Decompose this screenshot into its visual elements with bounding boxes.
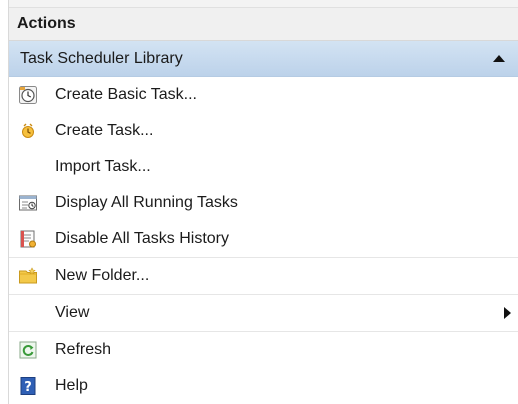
refresh-label: Refresh	[55, 341, 112, 358]
submenu-arrow-icon	[504, 307, 511, 319]
pane-top-edge	[9, 0, 518, 8]
help-label: Help	[55, 377, 88, 394]
create-task-icon	[18, 121, 38, 141]
section-title: Task Scheduler Library	[20, 49, 183, 67]
import-task-label: Import Task...	[55, 158, 151, 175]
view-label: View	[55, 304, 90, 321]
disable-tasks-history-label: Disable All Tasks History	[55, 230, 229, 247]
actions-pane: Actions Task Scheduler Library Create Ba…	[8, 0, 518, 404]
new-folder-label: New Folder...	[55, 267, 150, 284]
help-icon: ?	[18, 376, 38, 396]
folder-icon	[18, 266, 38, 286]
display-running-tasks-label: Display All Running Tasks	[55, 194, 238, 211]
actions-title: Actions	[17, 15, 76, 32]
tasks-history-icon	[18, 229, 38, 249]
create-task-action[interactable]: Create Task...	[9, 113, 518, 149]
refresh-action[interactable]: Refresh	[9, 332, 518, 368]
create-basic-task-label: Create Basic Task...	[55, 86, 197, 103]
refresh-icon	[18, 340, 38, 360]
collapse-up-icon[interactable]	[493, 55, 505, 62]
task-scheduler-library-section[interactable]: Task Scheduler Library	[9, 41, 518, 77]
running-tasks-icon	[18, 193, 38, 213]
view-action[interactable]: View	[9, 295, 518, 332]
disable-tasks-history-action[interactable]: Disable All Tasks History	[9, 221, 518, 258]
actions-header: Actions	[9, 8, 518, 41]
display-running-tasks-action[interactable]: Display All Running Tasks	[9, 185, 518, 221]
create-basic-task-icon	[18, 85, 38, 105]
create-basic-task-action[interactable]: Create Basic Task...	[9, 77, 518, 113]
actions-list: Create Basic Task... Create Task... Impo…	[9, 77, 518, 404]
svg-text:?: ?	[24, 380, 32, 395]
import-task-action[interactable]: Import Task...	[9, 149, 518, 185]
create-task-label: Create Task...	[55, 122, 154, 139]
new-folder-action[interactable]: New Folder...	[9, 258, 518, 295]
help-action[interactable]: ? Help	[9, 368, 518, 404]
